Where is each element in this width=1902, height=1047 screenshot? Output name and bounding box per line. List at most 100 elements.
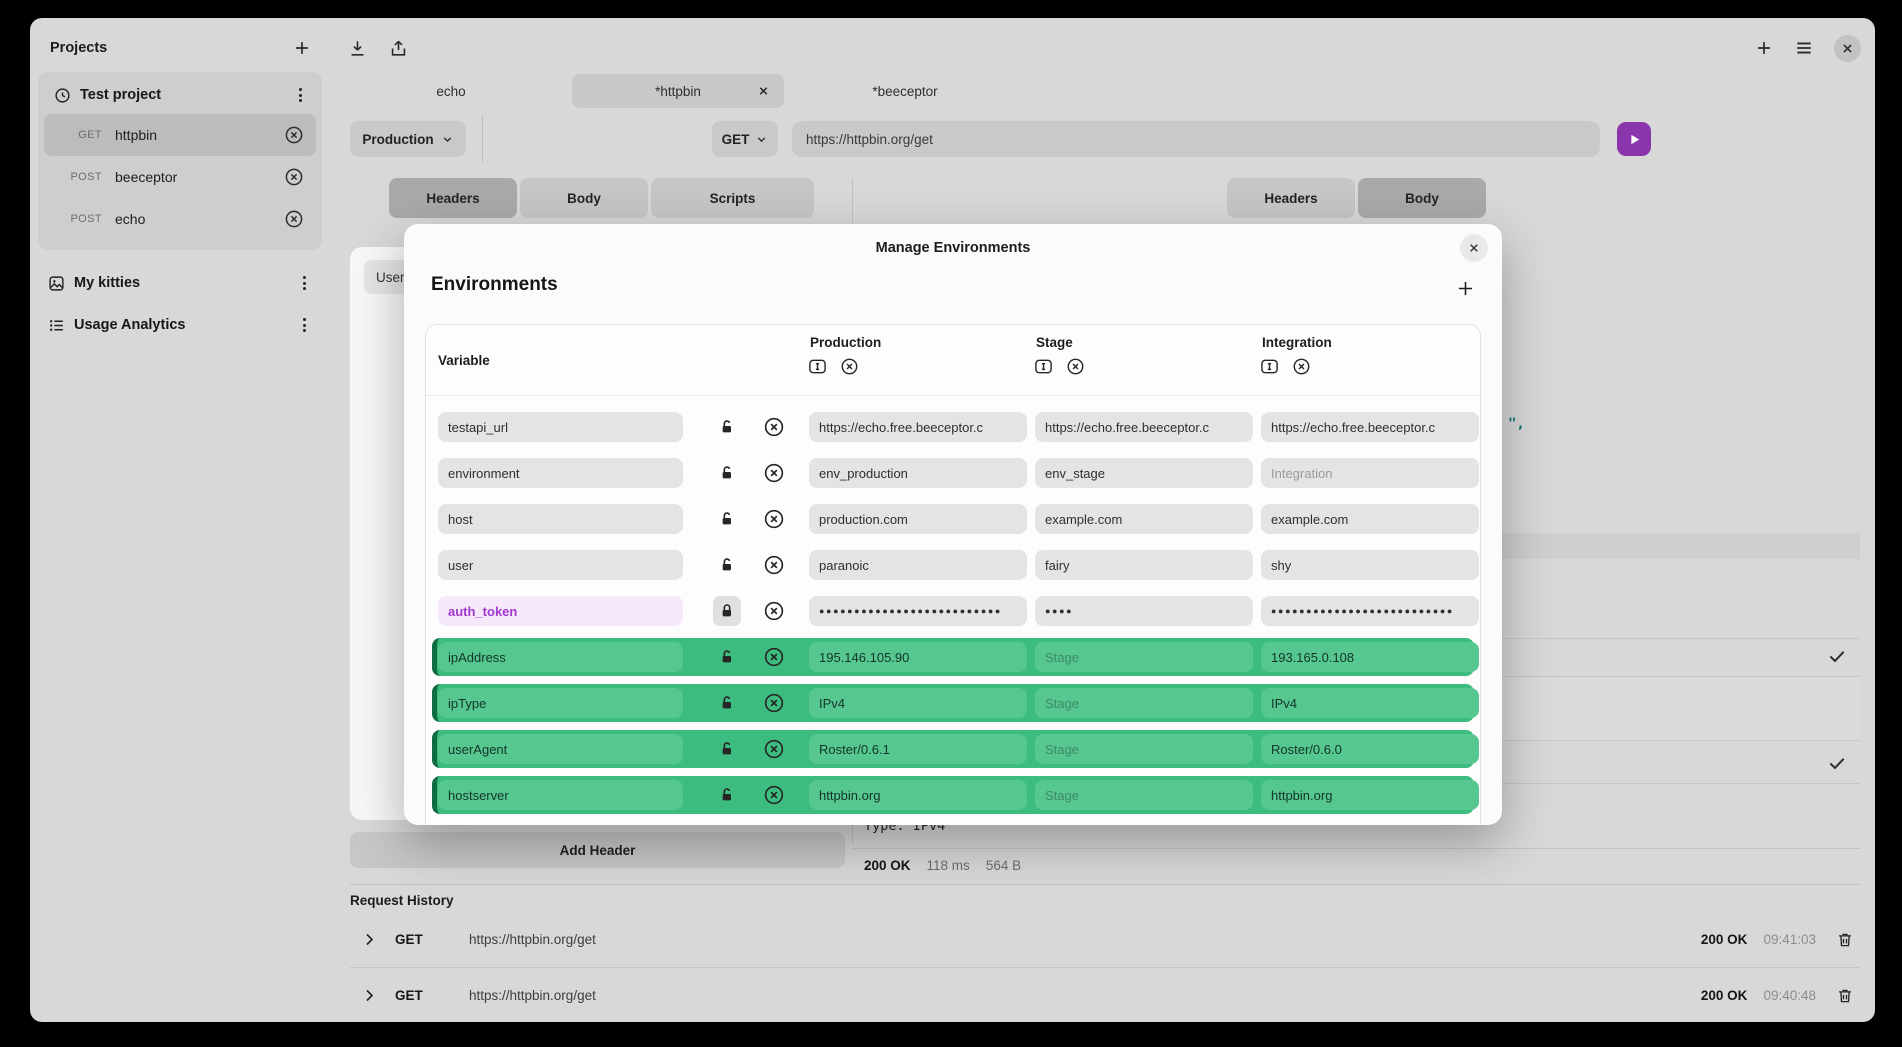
lock-toggle-button[interactable] (713, 780, 741, 810)
sidebar-request-item[interactable]: POST echo (44, 198, 316, 240)
panel-tab[interactable]: Body (520, 178, 648, 218)
panel-tab[interactable]: Body (1358, 178, 1486, 218)
variable-value-input[interactable]: httpbin.org (1261, 780, 1479, 810)
rename-environment-icon[interactable] (1034, 357, 1053, 376)
remove-request-icon[interactable] (284, 125, 304, 145)
variable-value-input[interactable]: example.com (1035, 504, 1253, 534)
variable-value-input[interactable]: 193.165.0.108 (1261, 642, 1479, 672)
history-row[interactable]: GET https://httpbin.org/get 200 OK 09:41… (350, 912, 1860, 968)
project-menu-icon[interactable] (296, 274, 312, 292)
project-name[interactable]: Test project (80, 87, 283, 103)
variable-value-input[interactable]: 195.146.105.90 (809, 642, 1027, 672)
delete-history-icon[interactable] (1836, 987, 1854, 1005)
modal-close-button[interactable] (1460, 234, 1488, 262)
chevron-right-icon[interactable] (362, 932, 377, 947)
variable-value-input[interactable]: Roster/0.6.0 (1261, 734, 1479, 764)
variable-value-input[interactable]: Integration (1261, 458, 1479, 488)
delete-variable-icon[interactable] (763, 600, 785, 622)
variable-name-input[interactable]: ipAddress (438, 642, 683, 672)
variable-name-input[interactable]: environment (438, 458, 683, 488)
variable-value-input[interactable]: Stage (1035, 688, 1253, 718)
url-input[interactable]: https://httpbin.org/get (792, 121, 1600, 157)
panel-tab[interactable]: Scripts (651, 178, 814, 218)
variable-value-input[interactable]: Stage (1035, 734, 1253, 764)
lock-toggle-button[interactable] (713, 596, 741, 626)
lock-toggle-button[interactable] (713, 550, 741, 580)
import-download-icon[interactable] (348, 39, 367, 58)
request-tab[interactable]: echo (366, 74, 536, 108)
delete-variable-icon[interactable] (763, 692, 785, 714)
delete-variable-icon[interactable] (763, 646, 785, 668)
lock-toggle-button[interactable] (713, 458, 741, 488)
send-request-button[interactable] (1617, 122, 1651, 156)
variable-value-input[interactable]: shy (1261, 550, 1479, 580)
panel-tab[interactable]: Headers (1227, 178, 1355, 218)
remove-request-icon[interactable] (284, 209, 304, 229)
delete-variable-icon[interactable] (763, 554, 785, 576)
variable-value-input[interactable]: ●●●●●●●●●●●●●●●●●●●●●●●●●● (1261, 596, 1479, 626)
variable-value-input[interactable]: IPv4 (1261, 688, 1479, 718)
lock-toggle-button[interactable] (713, 642, 741, 672)
lock-toggle-button[interactable] (713, 688, 741, 718)
variable-name-input[interactable]: userAgent (438, 734, 683, 764)
variable-value-input[interactable]: https://echo.free.beeceptor.c (1035, 412, 1253, 442)
variable-name-input[interactable]: host (438, 504, 683, 534)
delete-variable-icon[interactable] (763, 508, 785, 530)
rename-environment-icon[interactable] (808, 357, 827, 376)
delete-variable-icon[interactable] (763, 738, 785, 760)
variable-name-input[interactable]: testapi_url (438, 412, 683, 442)
delete-variable-icon[interactable] (763, 462, 785, 484)
variable-name-input[interactable]: auth_token (438, 596, 683, 626)
menu-hamburger-icon[interactable] (1794, 38, 1814, 58)
project-menu-icon[interactable] (296, 316, 312, 334)
variable-value-input[interactable]: ●●●● (1035, 596, 1253, 626)
chevron-right-icon[interactable] (362, 988, 377, 1003)
variable-name-input[interactable]: user (438, 550, 683, 580)
delete-environment-icon[interactable] (840, 357, 859, 376)
export-upload-icon[interactable] (389, 39, 408, 58)
sidebar-request-item[interactable]: POST beeceptor (44, 156, 316, 198)
delete-variable-icon[interactable] (763, 784, 785, 806)
variable-value-input[interactable]: example.com (1261, 504, 1479, 534)
variable-value-input[interactable]: production.com (809, 504, 1027, 534)
delete-variable-icon[interactable] (763, 416, 785, 438)
lock-toggle-button[interactable] (713, 412, 741, 442)
delete-environment-icon[interactable] (1292, 357, 1311, 376)
variable-value-input[interactable]: IPv4 (809, 688, 1027, 718)
panel-tab[interactable]: Headers (389, 178, 517, 218)
variable-value-input[interactable]: https://echo.free.beeceptor.c (1261, 412, 1479, 442)
lock-toggle-button[interactable] (713, 504, 741, 534)
sidebar-item-my-kitties[interactable]: My kitties (48, 274, 312, 292)
project-menu-icon[interactable] (292, 86, 308, 104)
window-close-button[interactable] (1834, 35, 1861, 62)
variable-value-input[interactable]: ●●●●●●●●●●●●●●●●●●●●●●●●●● (809, 596, 1027, 626)
variable-value-input[interactable]: https://echo.free.beeceptor.c (809, 412, 1027, 442)
add-project-icon[interactable] (292, 38, 312, 58)
variable-value-input[interactable]: fairy (1035, 550, 1253, 580)
variable-value-input[interactable]: env_production (809, 458, 1027, 488)
request-tab[interactable]: *beeceptor (820, 74, 990, 108)
delete-environment-icon[interactable] (1066, 357, 1085, 376)
new-request-plus-icon[interactable] (1754, 38, 1774, 58)
variable-value-input[interactable]: env_stage (1035, 458, 1253, 488)
lock-toggle-button[interactable] (713, 734, 741, 764)
variable-value-input[interactable]: Stage (1035, 642, 1253, 672)
request-tab[interactable]: *httpbin (572, 74, 784, 108)
variable-value-input[interactable]: Roster/0.6.1 (809, 734, 1027, 764)
rename-environment-icon[interactable] (1260, 357, 1279, 376)
close-tab-icon[interactable] (757, 85, 770, 98)
add-header-button[interactable]: Add Header (350, 832, 845, 868)
variable-value-input[interactable]: Stage (1035, 780, 1253, 810)
add-environment-icon[interactable] (1455, 278, 1476, 299)
variable-value-input[interactable]: httpbin.org (809, 780, 1027, 810)
variable-value-input[interactable]: paranoic (809, 550, 1027, 580)
history-row[interactable]: GET https://httpbin.org/get 200 OK 09:40… (350, 968, 1860, 1022)
variable-name-input[interactable]: hostserver (438, 780, 683, 810)
environment-selector[interactable]: Production (350, 121, 466, 157)
method-selector[interactable]: GET (712, 121, 778, 157)
variable-name-input[interactable]: ipType (438, 688, 683, 718)
remove-request-icon[interactable] (284, 167, 304, 187)
sidebar-item-usage-analytics[interactable]: Usage Analytics (48, 316, 312, 334)
sidebar-request-item[interactable]: GET httpbin (44, 114, 316, 156)
delete-history-icon[interactable] (1836, 931, 1854, 949)
